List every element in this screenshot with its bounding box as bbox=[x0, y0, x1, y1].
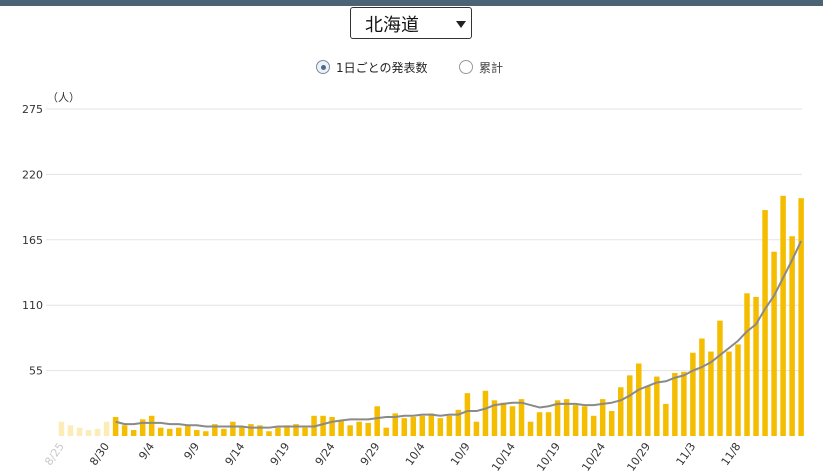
bar-27 bbox=[302, 427, 308, 436]
bar-77 bbox=[753, 296, 759, 436]
bar-18 bbox=[221, 428, 227, 436]
bar-57 bbox=[572, 405, 579, 436]
bar-82 bbox=[798, 198, 804, 436]
bar-10 bbox=[148, 415, 155, 436]
bar-14 bbox=[185, 425, 191, 436]
bar-81 bbox=[789, 236, 795, 436]
bar-3 bbox=[85, 430, 92, 436]
bar-24 bbox=[275, 427, 281, 436]
x-tick-label-10: 10/14 bbox=[489, 440, 518, 473]
bar-76 bbox=[744, 293, 750, 436]
bar-73 bbox=[717, 320, 723, 436]
series-line bbox=[115, 240, 803, 429]
x-tick-label-5: 9/19 bbox=[268, 440, 293, 468]
bar-54 bbox=[545, 412, 552, 436]
bar-30 bbox=[329, 416, 335, 436]
x-tick-label-6: 9/24 bbox=[313, 440, 338, 468]
bar-41 bbox=[428, 413, 435, 436]
bar-11 bbox=[157, 427, 164, 436]
x-tick-label-3: 9/9 bbox=[181, 440, 202, 462]
bar-7 bbox=[121, 425, 128, 436]
bar-53 bbox=[536, 412, 543, 436]
bar-71 bbox=[699, 338, 705, 436]
bar-29 bbox=[320, 415, 326, 436]
bar-58 bbox=[581, 406, 588, 436]
bar-32 bbox=[347, 425, 353, 436]
bar-78 bbox=[762, 210, 768, 436]
bar-16 bbox=[203, 431, 209, 436]
bar-70 bbox=[690, 352, 696, 436]
bar-19 bbox=[230, 421, 236, 436]
bar-45 bbox=[464, 393, 471, 436]
x-tick-label-4: 9/14 bbox=[223, 440, 248, 468]
x-tick-label-15: 11/8 bbox=[719, 440, 744, 468]
bar-62 bbox=[617, 387, 624, 436]
bar-52 bbox=[527, 421, 534, 436]
x-tick-label-14: 11/3 bbox=[674, 440, 699, 468]
bar-75 bbox=[735, 344, 741, 436]
x-tick-label-2: 9/4 bbox=[136, 440, 157, 462]
bar-51 bbox=[518, 399, 525, 436]
bar-47 bbox=[482, 390, 489, 436]
bar-67 bbox=[663, 403, 669, 436]
y-tick-label-110: 110 bbox=[22, 299, 43, 312]
bar-65 bbox=[645, 386, 651, 436]
bar-42 bbox=[437, 418, 444, 436]
bar-39 bbox=[410, 416, 417, 436]
bar-20 bbox=[239, 426, 245, 436]
bar-13 bbox=[176, 427, 182, 436]
bar-2 bbox=[76, 427, 83, 436]
bar-80 bbox=[780, 195, 786, 436]
bar-66 bbox=[654, 376, 660, 436]
bar-50 bbox=[509, 406, 516, 436]
bar-36 bbox=[383, 427, 389, 436]
x-tick-label-0: 8/25 bbox=[42, 440, 67, 468]
bar-5 bbox=[103, 421, 110, 436]
y-unit-label: （人） bbox=[47, 91, 80, 104]
bar-59 bbox=[590, 415, 597, 436]
bar-23 bbox=[266, 431, 272, 436]
x-tick-label-9: 10/9 bbox=[448, 440, 473, 468]
bar-63 bbox=[627, 375, 633, 436]
bar-64 bbox=[636, 363, 642, 436]
bar-12 bbox=[166, 428, 173, 436]
bar-15 bbox=[194, 430, 200, 436]
bar-4 bbox=[94, 428, 101, 436]
bar-69 bbox=[681, 371, 687, 436]
bar-46 bbox=[473, 421, 480, 436]
x-tick-label-12: 10/24 bbox=[579, 440, 608, 473]
y-tick-label-220: 220 bbox=[22, 168, 43, 181]
bar-35 bbox=[374, 406, 380, 436]
bar-38 bbox=[401, 418, 408, 436]
bar-1 bbox=[67, 425, 74, 436]
bar-74 bbox=[726, 351, 732, 436]
chart-canvas: （人） 275 220 165 110 55 8/25 8/30 9/4 9/9 9/14 9/19 9… bbox=[22, 91, 804, 474]
x-tick-label-8: 10/4 bbox=[403, 440, 428, 468]
bar-68 bbox=[672, 372, 678, 436]
x-tick-label-13: 10/29 bbox=[624, 440, 653, 473]
x-tick-label-11: 10/19 bbox=[534, 440, 563, 473]
y-tick-label-165: 165 bbox=[22, 234, 43, 247]
bar-49 bbox=[500, 402, 507, 436]
bar-79 bbox=[771, 251, 777, 436]
bar-61 bbox=[608, 411, 615, 436]
bar-0 bbox=[58, 421, 65, 436]
bar-40 bbox=[419, 415, 426, 436]
x-tick-label-7: 9/29 bbox=[358, 440, 383, 468]
bar-6 bbox=[112, 416, 119, 436]
y-tick-label-275: 275 bbox=[22, 103, 43, 116]
bar-21 bbox=[248, 424, 254, 436]
x-tick-label-1: 8/30 bbox=[87, 440, 112, 468]
y-tick-label-55: 55 bbox=[29, 365, 43, 378]
bar-34 bbox=[365, 422, 371, 436]
bar-33 bbox=[356, 421, 362, 436]
bar-31 bbox=[338, 420, 344, 436]
bar-55 bbox=[554, 400, 561, 436]
bar-43 bbox=[446, 415, 453, 436]
bar-9 bbox=[139, 419, 146, 436]
bar-8 bbox=[130, 430, 137, 436]
